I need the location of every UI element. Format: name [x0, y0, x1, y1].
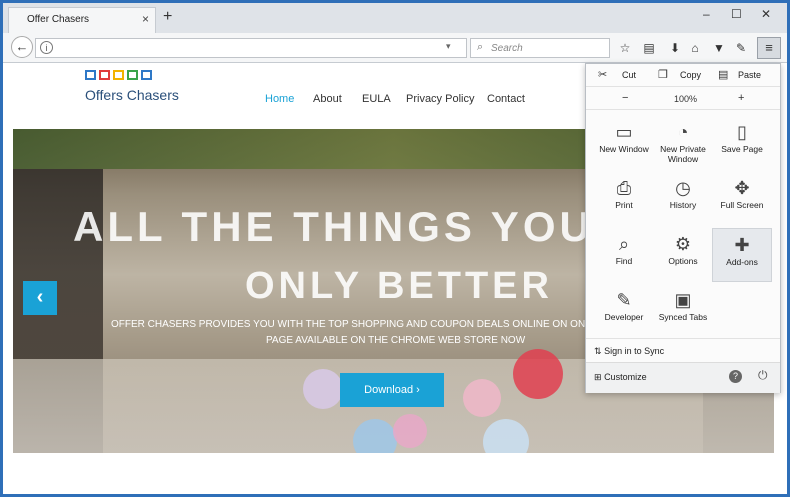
help-icon[interactable]: ? — [729, 370, 742, 383]
history-button[interactable]: ◷ History — [653, 172, 713, 226]
tab-title: Offer Chasers — [27, 14, 90, 25]
app-menu-panel: ✂ Cut ❐ Copy ▤ Paste − 100% + ▭ New Wind… — [585, 63, 781, 393]
hero-description-line2: PAGE AVAILABLE ON THE CHROME WEB STORE N… — [266, 335, 526, 346]
customize-label: Customize — [604, 372, 647, 382]
menu-item-label: History — [669, 200, 697, 210]
download-button[interactable]: Download › — [340, 373, 444, 407]
bookmark-star-icon[interactable]: ☆ — [617, 41, 633, 55]
sign-in-label: Sign in to Sync — [604, 346, 665, 356]
downloads-icon[interactable]: ⬇ — [667, 41, 683, 55]
full-screen-icon: ✥ — [734, 178, 750, 198]
synced-tabs-button[interactable]: ▣ Synced Tabs — [653, 284, 713, 338]
home-icon[interactable]: ⌂ — [687, 41, 703, 55]
paste-button[interactable]: Paste — [738, 70, 761, 80]
full-screen-button[interactable]: ✥ Full Screen — [712, 172, 772, 226]
nav-toolbar: ← i ▾ ↻ ⌕ Search ☆ ▤ ⬇ ⌂ ▼ ✎ ≡ — [3, 33, 787, 63]
edit-controls: ✂ Cut ❐ Copy ▤ Paste — [586, 64, 780, 87]
add-ons-button[interactable]: ✚ Add-ons — [712, 228, 772, 282]
menu-item-label: Synced Tabs — [658, 312, 708, 322]
puzzle-piece-icon: ✚ — [734, 235, 750, 255]
zoom-out-button[interactable]: − — [622, 92, 628, 104]
url-bar[interactable]: i ▾ ↻ — [35, 38, 487, 58]
site-info-icon[interactable]: i — [40, 41, 53, 54]
private-mask-icon: ◔ — [677, 122, 689, 142]
open-menu-button[interactable]: ≡ — [757, 37, 781, 59]
maximize-icon[interactable]: ☐ — [731, 7, 742, 21]
slider-prev-button[interactable]: ‹ — [23, 281, 57, 315]
back-button[interactable]: ← — [11, 36, 33, 58]
menu-divider — [586, 338, 780, 339]
new-tab-button[interactable]: + — [163, 7, 172, 27]
new-private-window-button[interactable]: ◔ New Private Window — [653, 116, 713, 170]
search-icon: ⌕ — [477, 41, 484, 53]
menu-item-label: Find — [615, 256, 633, 266]
browser-window: Offer Chasers × + – ☐ ✕ ← i ▾ ↻ ⌕ Search… — [3, 3, 787, 494]
zoom-reset-button[interactable]: 100% — [674, 94, 697, 104]
reading-list-icon[interactable]: ▤ — [641, 41, 657, 55]
wrench-icon: ✎ — [616, 290, 632, 310]
menu-item-label: Save Page — [721, 144, 763, 154]
copy-button[interactable]: Copy — [680, 70, 701, 80]
nav-home[interactable]: Home — [265, 93, 294, 105]
menu-item-label: New Window — [599, 144, 649, 154]
new-window-button[interactable]: ▭ New Window — [594, 116, 654, 170]
menu-item-label: Full Screen — [720, 200, 764, 210]
synced-tabs-icon: ▣ — [674, 290, 692, 310]
sync-icon: ⇅ — [594, 346, 602, 356]
options-button[interactable]: ⚙ Options — [653, 228, 713, 282]
hero-description-line1: OFFER CHASERS PROVIDES YOU WITH THE TOP … — [111, 319, 592, 330]
logo-text: Offers Chasers — [85, 87, 179, 103]
nav-about[interactable]: About — [313, 93, 342, 105]
balloon — [303, 369, 343, 409]
tab-close-icon[interactable]: × — [142, 12, 149, 26]
print-button[interactable]: ⎙ Print — [594, 172, 654, 226]
balloon — [463, 379, 501, 417]
menu-item-label: Print — [615, 200, 633, 210]
print-icon: ⎙ — [616, 178, 632, 198]
developer-button[interactable]: ✎ Developer — [594, 284, 654, 338]
tab-offer-chasers[interactable]: Offer Chasers × — [8, 7, 156, 33]
nav-privacy-policy[interactable]: Privacy Policy — [406, 93, 474, 105]
quit-power-icon[interactable]: ⏻ — [758, 368, 768, 383]
cut-button[interactable]: Cut — [622, 70, 636, 80]
gear-icon: ⚙ — [674, 234, 692, 254]
search-box[interactable]: ⌕ Search — [470, 38, 610, 58]
menu-item-label: Developer — [604, 312, 644, 322]
extension-icon[interactable]: ✎ — [733, 41, 749, 55]
customize-plus-icon: ⊞ — [594, 372, 602, 382]
nav-eula[interactable]: EULA — [362, 93, 391, 105]
menu-item-label: New Private Window — [660, 144, 706, 164]
save-page-icon: ▯ — [737, 122, 747, 142]
paste-icon: ▤ — [718, 69, 729, 81]
logo-squares — [85, 67, 179, 85]
copy-icon: ❐ — [658, 69, 668, 81]
balloon — [513, 349, 563, 399]
url-dropdown-icon[interactable]: ▾ — [446, 41, 451, 52]
close-window-icon[interactable]: ✕ — [761, 7, 771, 21]
hero-heading-line1: ALL THE THINGS YOU L — [73, 203, 640, 250]
tab-strip: Offer Chasers × + – ☐ ✕ — [3, 3, 787, 33]
site-logo[interactable]: Offers Chasers — [85, 67, 179, 103]
menu-item-label: Options — [668, 256, 698, 266]
minimize-icon[interactable]: – — [703, 7, 710, 21]
hero-heading-line2: ONLY BETTER — [245, 265, 553, 307]
pocket-icon[interactable]: ▼ — [711, 41, 727, 55]
menu-item-label: Add-ons — [726, 257, 758, 267]
find-button[interactable]: ⌕ Find — [594, 228, 654, 282]
zoom-controls: − 100% + — [586, 87, 780, 110]
customize-button[interactable]: ⊞ Customize — [594, 372, 647, 383]
new-window-icon: ▭ — [615, 122, 633, 142]
sign-in-to-sync-button[interactable]: ⇅ Sign in to Sync — [594, 346, 664, 357]
search-placeholder: Search — [491, 43, 523, 54]
zoom-in-button[interactable]: + — [738, 92, 744, 104]
nav-contact[interactable]: Contact — [487, 93, 525, 105]
find-magnifier-icon: ⌕ — [618, 234, 630, 254]
save-page-button[interactable]: ▯ Save Page — [712, 116, 772, 170]
cut-icon: ✂ — [598, 69, 608, 81]
balloon — [393, 414, 427, 448]
history-clock-icon: ◷ — [675, 178, 691, 198]
